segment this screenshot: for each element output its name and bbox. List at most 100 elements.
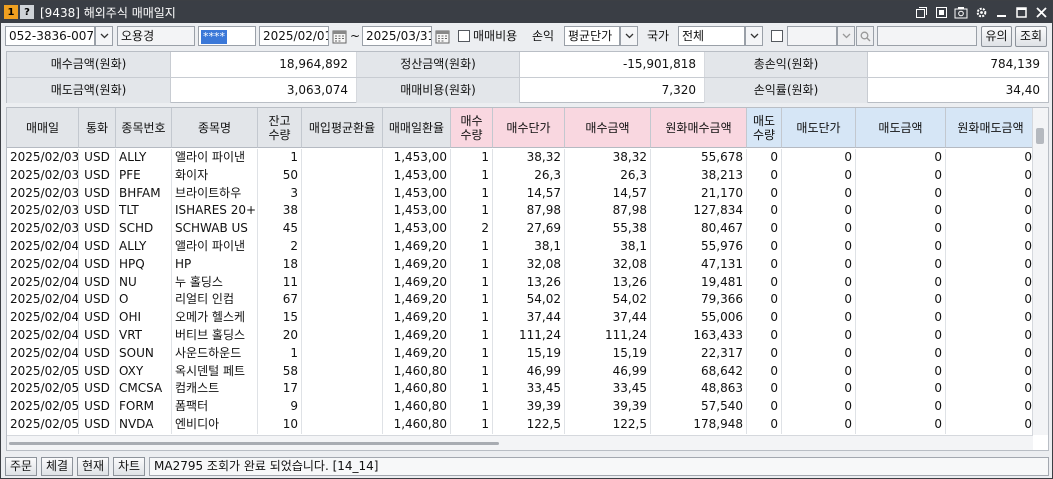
help-badge[interactable]: ?: [20, 5, 34, 19]
cell-sell-price: 0: [782, 202, 856, 221]
filled-button[interactable]: 체결: [41, 457, 73, 476]
cell-sell-amount-krw: 0: [946, 291, 1036, 310]
cell-currency: USD: [79, 398, 116, 416]
header-col-buy-amount-krw[interactable]: 원화매수금액: [651, 108, 747, 148]
cell-buy-price: 37,44: [493, 309, 565, 327]
table-row[interactable]: 2025/02/03 USD ALLY 앨라이 파이낸 1 1,453,00 1 38,32 3…: [7, 149, 1036, 167]
cell-trade-date: 2025/02/03: [7, 202, 79, 221]
cell-trade-date: 2025/02/03: [7, 220, 79, 238]
vertical-scrollbar[interactable]: [1032, 108, 1048, 435]
table-row[interactable]: 2025/02/03 USD TLT ISHARES 20+ 38 1,453,00 1 87…: [7, 202, 1036, 221]
header-col-stock-name[interactable]: 종목명: [172, 108, 258, 148]
country-select[interactable]: 전체: [678, 26, 745, 46]
minimize-icon[interactable]: [994, 5, 1008, 19]
stock-code-field[interactable]: [787, 26, 837, 46]
cell-holding-qty: 1: [258, 149, 302, 167]
table-row[interactable]: 2025/02/05 USD NVDA 엔비디아 10 1,460,80 1 122,5 122…: [7, 415, 1036, 434]
search-button[interactable]: 조회: [1015, 26, 1047, 47]
cell-trade-date: 2025/02/04: [7, 273, 79, 292]
header-col-sell-amount[interactable]: 매도금액: [856, 108, 946, 148]
order-button[interactable]: 주문: [5, 457, 37, 476]
cell-avg-fx: [302, 220, 383, 238]
header-col-buy-amount[interactable]: 매수금액: [565, 108, 651, 148]
horizontal-scroll-thumb[interactable]: [9, 442, 499, 445]
date-from-field[interactable]: 2025/02/01: [259, 26, 329, 46]
stock-code-dropdown-button[interactable]: [837, 26, 855, 46]
settings-icon[interactable]: [974, 5, 988, 19]
table-row[interactable]: 2025/02/03 USD BHFAM 브라이트하우 3 1,453,00 1 14,57 1…: [7, 184, 1036, 203]
header-col-sell-amount-krw[interactable]: 원화매도금액: [946, 108, 1036, 148]
stock-search-button[interactable]: [856, 26, 874, 46]
header-col-avg-fx[interactable]: 매입평균환율: [302, 108, 383, 148]
cell-sell-amount: 0: [856, 149, 946, 167]
table-row[interactable]: 2025/02/05 USD OXY 옥시덴털 페트 58 1,460,80 1 46,99 4…: [7, 362, 1036, 381]
caution-button[interactable]: 유의: [981, 26, 1012, 47]
cell-currency: USD: [79, 202, 116, 221]
table-row[interactable]: 2025/02/04 USD O 리얼티 인컴 67 1,469,20 1 54,02 54,0…: [7, 291, 1036, 310]
calendar-icon[interactable]: [434, 27, 451, 45]
cell-buy-price: 111,24: [493, 326, 565, 345]
table-row[interactable]: 2025/02/04 USD HPQ HP 18 1,469,20 1 32,08 32,08 4…: [7, 255, 1036, 274]
cell-trade-fx: 1,453,00: [383, 166, 451, 185]
close-icon[interactable]: [1034, 5, 1048, 19]
cell-holding-qty: 1: [258, 344, 302, 363]
screen-number-badge[interactable]: 1: [4, 5, 18, 19]
header-col-trade-date[interactable]: 매매일: [7, 108, 79, 148]
account-dropdown-button[interactable]: [95, 26, 113, 46]
account-number-field[interactable]: 052-3836-0072-: [5, 26, 95, 46]
cell-holding-qty: 50: [258, 166, 302, 185]
table-row[interactable]: 2025/02/04 USD ALLY 앨라이 파이낸 2 1,469,20 1 38,1 38…: [7, 237, 1036, 256]
password-field[interactable]: ****: [198, 26, 256, 46]
screenshot-icon[interactable]: [954, 5, 968, 19]
horizontal-scrollbar[interactable]: [7, 435, 1033, 450]
header-col-buy-price[interactable]: 매수단가: [493, 108, 565, 148]
cell-sell-price: 0: [782, 380, 856, 399]
header-col-buy-qty[interactable]: 매수 수량: [451, 108, 493, 148]
table-row[interactable]: 2025/02/03 USD SCHD SCHWAB US 45 1,453,00 2 27,…: [7, 220, 1036, 238]
table-row[interactable]: 2025/02/05 USD CMCSA 컴캐스트 17 1,460,80 1 33,45 33…: [7, 380, 1036, 399]
current-price-button[interactable]: 현재: [77, 457, 109, 476]
chart-button[interactable]: 차트: [113, 457, 145, 476]
header-col-currency[interactable]: 통화: [79, 108, 116, 148]
cell-trade-fx: 1,469,20: [383, 273, 451, 292]
pnl-method-select[interactable]: 평균단가: [564, 26, 620, 46]
cell-buy-qty: 2: [451, 220, 493, 238]
cell-symbol: VRT: [116, 326, 172, 345]
trade-cost-checkbox[interactable]: [458, 30, 470, 42]
pnl-method-dropdown-button[interactable]: [620, 26, 638, 46]
cell-sell-price: 0: [782, 184, 856, 203]
maximize-icon[interactable]: [1014, 5, 1028, 19]
header-col-symbol[interactable]: 종목번호: [116, 108, 172, 148]
cell-buy-qty: 1: [451, 415, 493, 434]
status-message: MA2795 조회가 완료 되었습니다. [14_14]: [149, 457, 1049, 476]
table-row[interactable]: 2025/02/05 USD FORM 폼팩터 9 1,460,80 1 39,39 39,39…: [7, 398, 1036, 416]
copy-window-icon[interactable]: [934, 5, 948, 19]
cell-symbol: SOUN: [116, 344, 172, 363]
cell-buy-qty: 1: [451, 202, 493, 221]
table-row[interactable]: 2025/02/04 USD NU 누 홀딩스 11 1,469,20 1 13,26 13,2…: [7, 273, 1036, 292]
cell-trade-fx: 1,460,80: [383, 398, 451, 416]
date-to-field[interactable]: 2025/03/31: [362, 26, 432, 46]
cell-sell-price: 0: [782, 166, 856, 185]
header-col-holding-qty[interactable]: 잔고 수량: [258, 108, 302, 148]
cell-stock-name: 화이자: [172, 166, 258, 185]
new-window-icon[interactable]: [914, 5, 928, 19]
cell-sell-amount-krw: 0: [946, 362, 1036, 381]
cell-buy-amount: 37,44: [565, 309, 651, 327]
cell-sell-price: 0: [782, 237, 856, 256]
cell-buy-price: 39,39: [493, 398, 565, 416]
table-row[interactable]: 2025/02/04 USD VRT 버티브 홀딩스 20 1,469,20 1 111,24…: [7, 326, 1036, 345]
header-col-trade-fx[interactable]: 매매일환율: [383, 108, 451, 148]
cell-sell-amount: 0: [856, 255, 946, 274]
vertical-scroll-thumb[interactable]: [1036, 128, 1044, 144]
table-row[interactable]: 2025/02/03 USD PFE 화이자 50 1,453,00 1 26,3 26,3 38…: [7, 166, 1036, 185]
trade-journal-table[interactable]: 매매일 통화 종목번호 종목명 잔고 수량 매입평균환율 매매일환율 매수 수량 매수단가 매수금…: [6, 107, 1049, 451]
calendar-icon[interactable]: [331, 27, 348, 45]
cell-currency: USD: [79, 184, 116, 203]
table-row[interactable]: 2025/02/04 USD SOUN 사운드하운드 1 1,469,20 1 15,19 15…: [7, 344, 1036, 363]
header-col-sell-price[interactable]: 매도단가: [782, 108, 856, 148]
table-row[interactable]: 2025/02/04 USD OHI 오메가 헬스케 15 1,469,20 1 37,44 3…: [7, 309, 1036, 327]
header-col-sell-qty[interactable]: 매도 수량: [747, 108, 782, 148]
country-dropdown-button[interactable]: [745, 26, 763, 46]
stock-filter-checkbox[interactable]: [771, 30, 783, 42]
